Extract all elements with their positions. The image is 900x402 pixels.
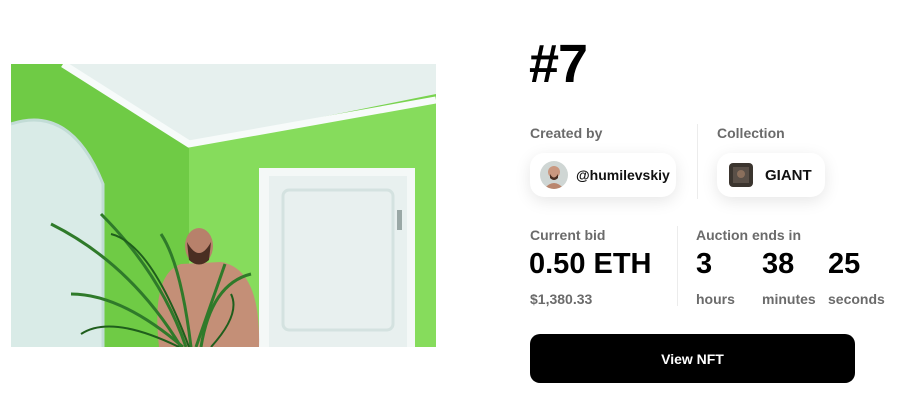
countdown-seconds: 25 <box>828 248 861 280</box>
auction-ends-label: Auction ends in <box>696 227 801 243</box>
collection-chip[interactable]: GIANT <box>717 153 825 197</box>
current-bid-value: 0.50 ETH <box>529 248 652 280</box>
created-by-label: Created by <box>530 125 603 141</box>
divider <box>677 226 678 306</box>
countdown-hours-label: hours <box>696 291 735 307</box>
countdown-minutes-label: minutes <box>762 291 816 307</box>
creator-handle: @humilevskiy <box>576 167 670 183</box>
countdown-hours: 3 <box>696 248 713 280</box>
countdown-minutes: 38 <box>762 248 795 280</box>
current-bid-label: Current bid <box>530 227 606 243</box>
collection-thumbnail <box>729 163 753 187</box>
creator-chip[interactable]: @humilevskiy <box>530 153 676 197</box>
collection-label: Collection <box>717 125 785 141</box>
creator-avatar <box>540 161 568 189</box>
divider <box>697 124 698 199</box>
artwork-illustration <box>11 64 436 347</box>
nft-artwork[interactable] <box>11 64 436 347</box>
collection-name: GIANT <box>765 166 812 184</box>
countdown-seconds-label: seconds <box>828 291 885 307</box>
view-nft-button[interactable]: View NFT <box>530 334 855 383</box>
current-bid-usd: $1,380.33 <box>530 291 593 307</box>
nft-title: #7 <box>529 34 588 94</box>
